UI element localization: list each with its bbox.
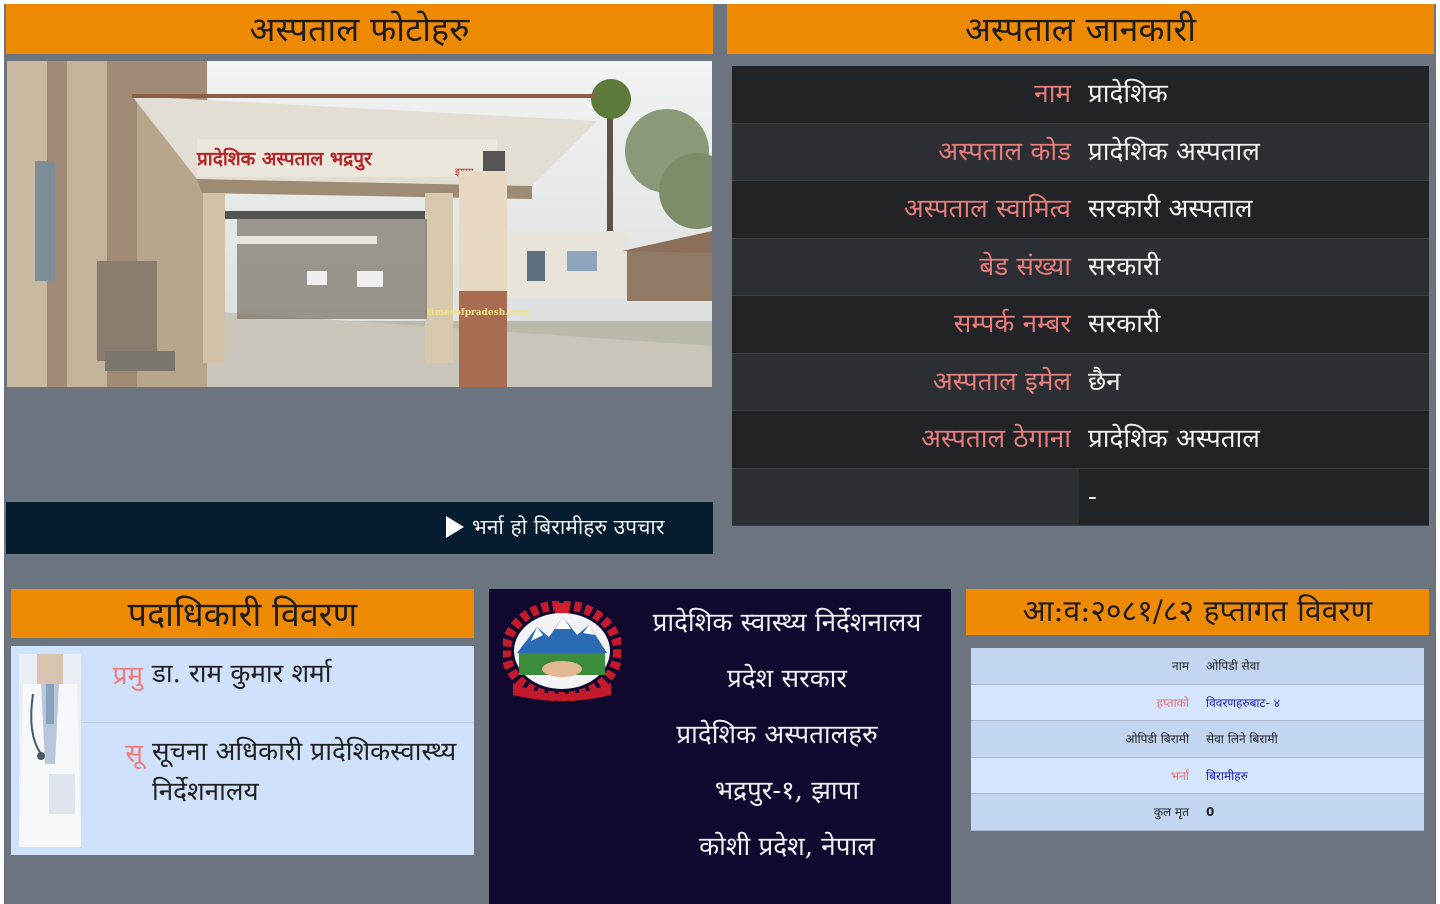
report-row: कुल मृत 0 xyxy=(971,794,1424,831)
report-row: नाम ओपिडी सेवा xyxy=(971,648,1424,685)
official-role: प्रमु xyxy=(112,661,143,691)
news-ticker[interactable]: भर्ना हो बिरामीहरु उपचार xyxy=(6,502,713,554)
building-sign-text: प्रादेशिक अस्पताल भद्रपुर xyxy=(196,147,373,171)
info-label: बेड संख्या xyxy=(979,251,1071,282)
info-row: अस्पताल ठेगाना प्रादेशिक अस्पताल xyxy=(732,411,1429,469)
info-row: अस्पताल स्वामित्व सरकारी अस्पताल xyxy=(732,181,1429,239)
officials-header: पदाधिकारी विवरण xyxy=(11,589,474,638)
info-label: अस्पताल स्वामित्व xyxy=(903,194,1071,224)
report-row: भर्ना बिरामीहरु xyxy=(971,757,1424,794)
report-label: हप्ताको xyxy=(1156,695,1189,710)
official-row: प्रमु डा. राम कुमार शर्मा xyxy=(81,646,474,723)
report-value: सेवा लिने बिरामी xyxy=(1206,732,1278,746)
report-value: बिरामीहरु xyxy=(1206,768,1248,783)
report-value: विवरणहरुबाट- ४ xyxy=(1206,695,1280,710)
info-label xyxy=(732,468,1079,525)
info-row: - xyxy=(732,468,1429,526)
info-value: प्रादेशिक xyxy=(1088,79,1168,109)
report-row: ओपिडी बिरामी सेवा लिने बिरामी xyxy=(971,721,1424,758)
weekly-report-table: नाम ओपिडी सेवा हप्ताको विवरणहरुबाट- ४ ओप… xyxy=(971,648,1424,831)
government-name: प्रदेश सरकार xyxy=(726,664,848,694)
doctor-image xyxy=(19,654,81,847)
photos-header: अस्पताल फोटोहरु xyxy=(6,4,713,54)
report-label: ओपिडी बिरामी xyxy=(1125,732,1189,746)
official-role: सू xyxy=(125,739,143,769)
info-value: छैन xyxy=(1088,366,1121,397)
info-row: नाम प्रादेशिक xyxy=(732,66,1429,124)
info-row: सम्पर्क नम्बर सरकारी xyxy=(732,296,1429,354)
office-subtitle: प्रादेशिक अस्पतालहरु xyxy=(676,720,878,750)
info-value: सरकारी xyxy=(1088,309,1161,339)
office-address: भद्रपुर-१, झापा xyxy=(714,776,860,806)
info-value: प्रादेशिक अस्पताल xyxy=(1088,136,1260,167)
office-name: प्रादेशिक स्वास्थ्य निर्देशनालय xyxy=(652,608,922,638)
info-row: अस्पताल कोड प्रादेशिक अस्पताल xyxy=(732,123,1429,181)
info-value: सरकारी xyxy=(1088,251,1161,282)
info-value: प्रादेशिक अस्पताल xyxy=(1088,424,1260,454)
officials-panel: प्रमु डा. राम कुमार शर्मा सू सूचना अधिका… xyxy=(11,646,474,855)
info-value: सरकारी अस्पताल xyxy=(1088,194,1253,224)
official-name: सूचना अधिकारी प्रादेशिकस्वास्थ्यनिर्देशन… xyxy=(152,737,457,807)
report-label: कुल मृत xyxy=(1153,805,1189,819)
info-label: अस्पताल कोड xyxy=(938,136,1071,167)
ticker-text: भर्ना हो बिरामीहरु उपचार xyxy=(472,515,665,539)
info-label: अस्पताल ठेगाना xyxy=(921,424,1071,454)
info-value: - xyxy=(1079,468,1429,525)
play-icon[interactable] xyxy=(446,516,464,538)
office-province: कोशी प्रदेश, नेपाल xyxy=(699,832,875,862)
nepal-emblem-icon xyxy=(501,600,623,702)
report-label: नाम xyxy=(1172,659,1189,673)
office-address-panel: प्रादेशिक स्वास्थ्य निर्देशनालय प्रदेश स… xyxy=(489,589,951,904)
weekly-report-header: आ:व:२०८१/८२ हप्तागत विवरण xyxy=(966,589,1429,635)
official-row: सू सूचना अधिकारी प्रादेशिकस्वास्थ्यनिर्द… xyxy=(81,724,474,855)
photo-watermark: timesofpradesh.com xyxy=(427,308,530,318)
hospital-photo[interactable]: प्रादेशिक अस्पताल भद्रपुर झापा timesofpr… xyxy=(7,61,712,387)
info-label: नाम xyxy=(1034,79,1071,109)
info-label: सम्पर्क नम्बर xyxy=(953,309,1071,339)
info-row: अस्पताल इमेल छैन xyxy=(732,353,1429,411)
info-label: अस्पताल इमेल xyxy=(932,366,1071,397)
report-label: भर्ना xyxy=(1170,768,1189,783)
report-row: हप्ताको विवरणहरुबाट- ४ xyxy=(971,684,1424,721)
official-name: डा. राम कुमार शर्मा xyxy=(152,659,332,689)
report-value: 0 xyxy=(1206,805,1215,819)
report-value: ओपिडी सेवा xyxy=(1206,659,1260,673)
info-row: बेड संख्या सरकारी xyxy=(732,238,1429,296)
hospital-info-table: नाम प्रादेशिक अस्पताल कोड प्रादेशिक अस्प… xyxy=(732,66,1429,526)
hospital-info-header: अस्पताल जानकारी xyxy=(727,4,1434,54)
